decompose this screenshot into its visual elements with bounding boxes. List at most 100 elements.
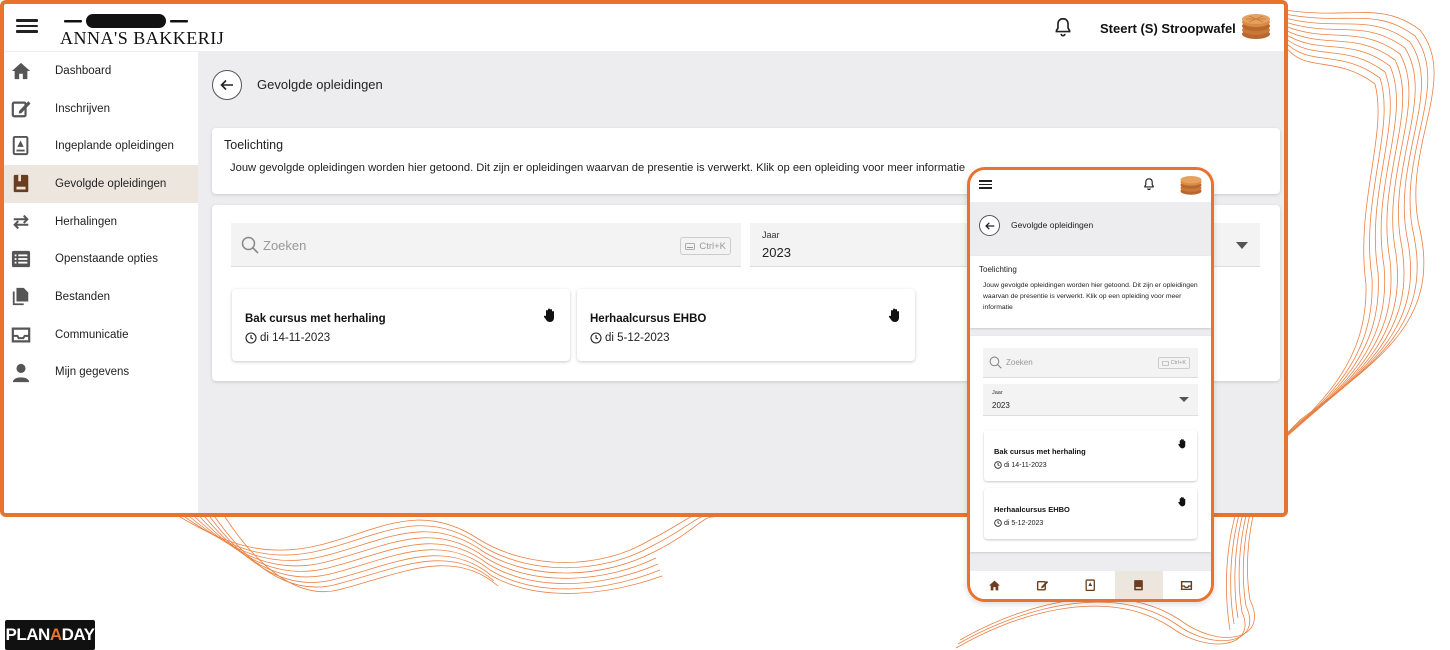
dropdown-caret-icon bbox=[1179, 397, 1189, 402]
sidebar-nav: Dashboard Inschrijven Ingeplande opleidi… bbox=[4, 52, 198, 513]
calendar-book-icon bbox=[12, 136, 29, 156]
course-date-text: di 14-11-2023 bbox=[260, 332, 331, 344]
inbox-icon bbox=[1181, 580, 1193, 590]
stroopwafel-avatar[interactable] bbox=[1179, 173, 1203, 197]
sidebar-item-inschrijven[interactable]: Inschrijven bbox=[4, 90, 198, 128]
planaday-logo-part2: DAY bbox=[61, 625, 95, 644]
course-date-text: di 5-12-2023 bbox=[1004, 519, 1044, 527]
back-button[interactable] bbox=[212, 70, 242, 100]
course-title: Bak cursus met herhaling bbox=[994, 447, 1086, 456]
brand-name: ANNA'S BAKKERIJ bbox=[60, 28, 225, 48]
sidebar-item-label: Bestanden bbox=[55, 290, 110, 303]
year-label: Jaar bbox=[992, 390, 1003, 396]
clock-icon bbox=[994, 461, 1002, 469]
page-title: Gevolgde opleidingen bbox=[1011, 220, 1094, 230]
notification-bell-icon[interactable] bbox=[1052, 16, 1074, 38]
explanation-card: Toelichting Jouw gevolgde opleidingen wo… bbox=[970, 256, 1211, 328]
sidebar-item-communicatie[interactable]: Communicatie bbox=[4, 316, 198, 354]
planaday-logo-part1: PLAN bbox=[5, 625, 51, 644]
hand-icon bbox=[888, 308, 899, 322]
person-icon bbox=[12, 363, 30, 382]
mobile-main-content: Gevolgde opleidingen Toelichting Jouw ge… bbox=[970, 202, 1211, 571]
keyboard-icon bbox=[685, 242, 696, 250]
sidebar-item-label: Dashboard bbox=[55, 64, 112, 77]
sidebar-item-label: Inschrijven bbox=[55, 102, 110, 115]
shortcut-label: Ctrl+K bbox=[699, 240, 726, 252]
course-date: di 14-11-2023 bbox=[245, 332, 330, 344]
sidebar-item-label: Gevolgde opleidingen bbox=[55, 177, 167, 190]
sidebar-item-herhalingen[interactable]: Herhalingen bbox=[4, 203, 198, 241]
clock-icon bbox=[994, 519, 1002, 527]
shortcut-label: Ctrl+K bbox=[1170, 360, 1186, 366]
year-select[interactable]: Jaar 2023 bbox=[983, 384, 1198, 416]
repeat-icon bbox=[13, 214, 29, 229]
keyboard-shortcut-hint: Ctrl+K bbox=[1157, 357, 1190, 369]
sidebar-item-label: Herhalingen bbox=[55, 215, 118, 228]
inbox-icon bbox=[11, 327, 31, 343]
edit-icon bbox=[1036, 580, 1048, 591]
marketing-stage: ANNA'S BAKKERIJ Steert (S) Stroopwafel D… bbox=[0, 0, 1450, 650]
hand-icon bbox=[1178, 497, 1186, 507]
sidebar-item-openstaande-opties[interactable]: Openstaande opties bbox=[4, 240, 198, 278]
home-icon bbox=[988, 580, 1000, 590]
planaday-logo: PLAN A DAY bbox=[5, 620, 95, 650]
book-icon bbox=[1134, 579, 1144, 590]
mobile-top-bar bbox=[970, 170, 1211, 202]
course-card[interactable]: Bak cursus met herhaling di 14-11-2023 bbox=[984, 430, 1197, 481]
course-card[interactable]: Herhaalcursus EHBO di 5-12-2023 bbox=[984, 488, 1197, 539]
course-title: Herhaalcursus EHBO bbox=[590, 313, 707, 325]
hand-icon bbox=[1178, 439, 1186, 449]
stroopwafel-avatar[interactable] bbox=[1240, 10, 1272, 42]
mobile-app-window: Gevolgde opleidingen Toelichting Jouw ge… bbox=[967, 167, 1214, 602]
explanation-text: Jouw gevolgde opleidingen worden hier ge… bbox=[983, 282, 1198, 311]
bottom-nav-inschrijven[interactable] bbox=[1018, 571, 1066, 599]
arrow-left-icon bbox=[220, 79, 233, 91]
bottom-nav-dashboard[interactable] bbox=[970, 571, 1018, 599]
hamburger-menu-icon[interactable] bbox=[16, 16, 38, 36]
home-icon bbox=[11, 62, 31, 80]
bottom-nav-gevolgde-opleidingen[interactable] bbox=[1114, 571, 1163, 599]
clock-icon bbox=[590, 332, 602, 344]
explanation-text: Jouw gevolgde opleidingen worden hier ge… bbox=[230, 162, 966, 174]
dropdown-caret-icon bbox=[1236, 242, 1248, 249]
edit-icon bbox=[11, 100, 31, 118]
year-value: 2023 bbox=[762, 245, 791, 260]
hamburger-menu-icon[interactable] bbox=[979, 178, 992, 190]
search-field[interactable]: Ctrl+K bbox=[231, 223, 741, 267]
back-button[interactable] bbox=[979, 215, 1000, 236]
sidebar-item-label: Ingeplande opleidingen bbox=[55, 140, 174, 153]
search-input[interactable] bbox=[263, 231, 643, 259]
course-date: di 14-11-2023 bbox=[994, 461, 1047, 469]
book-icon bbox=[13, 174, 29, 193]
bottom-nav-ingeplande-opleidingen[interactable] bbox=[1066, 571, 1114, 599]
sidebar-item-gevolgde-opleidingen[interactable]: Gevolgde opleidingen bbox=[4, 165, 198, 203]
files-icon bbox=[12, 288, 29, 306]
course-date-text: di 14-11-2023 bbox=[1004, 461, 1047, 469]
sidebar-item-bestanden[interactable]: Bestanden bbox=[4, 278, 198, 316]
bottom-nav-communicatie[interactable] bbox=[1163, 571, 1211, 599]
sidebar-item-label: Openstaande opties bbox=[55, 253, 158, 266]
notification-bell-icon[interactable] bbox=[1142, 177, 1156, 191]
course-card[interactable]: Herhaalcursus EHBO di 5-12-2023 bbox=[577, 289, 915, 361]
user-name[interactable]: Steert (S) Stroopwafel bbox=[1100, 21, 1236, 36]
courses-card: Zoeken Ctrl+K Jaar 2023 Bak cursus met h… bbox=[970, 336, 1211, 552]
planaday-logo-accent: A bbox=[49, 625, 62, 644]
course-date: di 5-12-2023 bbox=[994, 519, 1043, 527]
hand-icon bbox=[543, 308, 554, 322]
search-field[interactable]: Zoeken Ctrl+K bbox=[983, 348, 1198, 378]
clock-icon bbox=[245, 332, 257, 344]
course-card[interactable]: Bak cursus met herhaling di 14-11-2023 bbox=[232, 289, 570, 361]
mobile-bottom-nav bbox=[970, 571, 1211, 599]
sidebar-item-label: Communicatie bbox=[55, 328, 129, 341]
sidebar-item-dashboard[interactable]: Dashboard bbox=[4, 52, 198, 90]
sidebar-item-ingeplande-opleidingen[interactable]: Ingeplande opleidingen bbox=[4, 127, 198, 165]
search-placeholder: Zoeken bbox=[1006, 358, 1033, 367]
course-date: di 5-12-2023 bbox=[590, 332, 670, 344]
brand-logo[interactable]: ANNA'S BAKKERIJ bbox=[60, 8, 224, 50]
calendar-book-icon bbox=[1085, 578, 1095, 591]
course-title: Bak cursus met herhaling bbox=[245, 313, 386, 325]
arrow-left-icon bbox=[984, 221, 994, 230]
course-date-text: di 5-12-2023 bbox=[605, 332, 670, 344]
list-icon bbox=[11, 251, 31, 268]
sidebar-item-mijn-gegevens[interactable]: Mijn gegevens bbox=[4, 354, 198, 392]
